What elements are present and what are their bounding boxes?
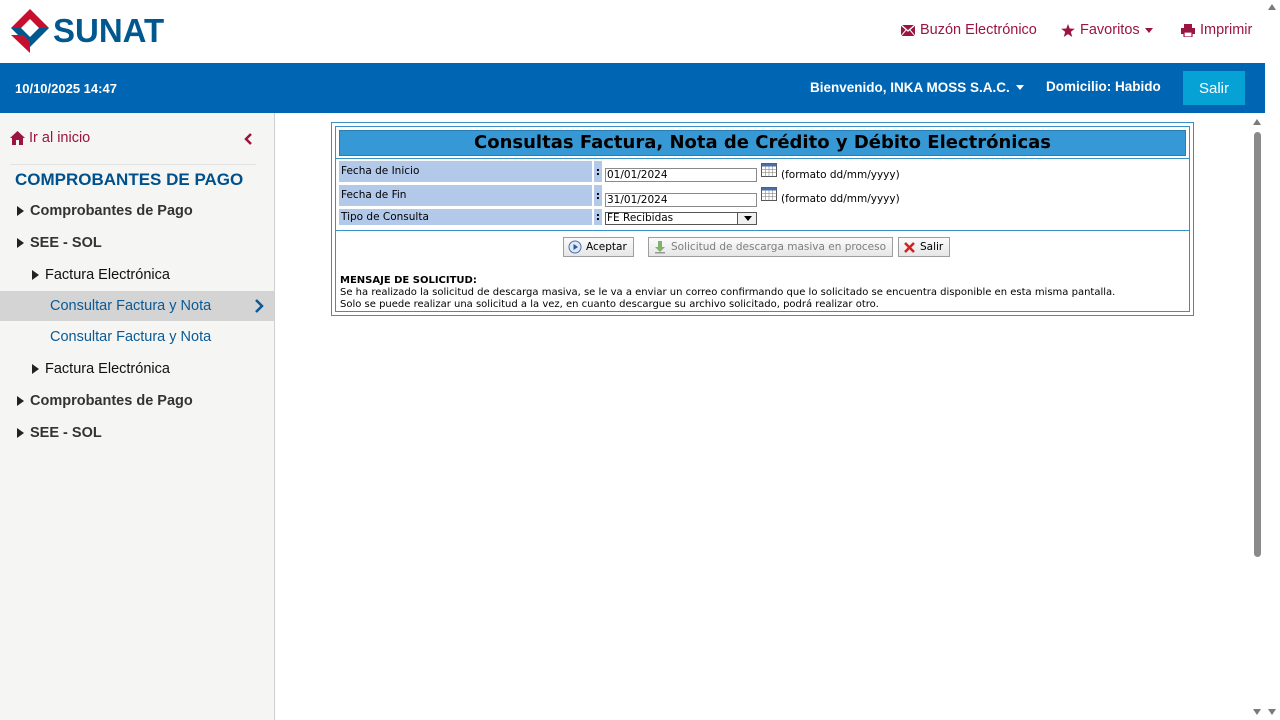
user-bar: 10/10/2025 14:47 Bienvenido, INKA MOSS S… [0, 63, 1265, 113]
home-icon [10, 131, 25, 145]
menu-comprobantes-de-pago-2[interactable]: Comprobantes de Pago [17, 386, 193, 416]
home-link[interactable]: Ir al inicio [10, 130, 90, 146]
printer-icon [1181, 23, 1195, 37]
tipo-consulta-select[interactable]: FE Recibidas [605, 212, 757, 225]
menu-title: COMPROBANTES DE PAGO [15, 170, 244, 189]
colon: : [594, 209, 602, 225]
logout-button[interactable]: Salir [1183, 71, 1245, 105]
buzon-link[interactable]: Buzón Electrónico [901, 22, 1037, 38]
fecha-inicio-input[interactable]: 01/01/2024 [605, 168, 757, 182]
menu-label: SEE - SOL [30, 235, 102, 251]
message-line-1: Se ha realizado la solicitud de descarga… [340, 287, 1116, 298]
salir-label: Salir [920, 241, 944, 253]
descarga-masiva-button[interactable]: Solicitud de descarga masiva en proceso [648, 237, 894, 257]
download-icon [655, 241, 665, 254]
menu-label: SEE - SOL [30, 425, 102, 441]
expand-arrow-icon [17, 396, 24, 406]
menu-label: Consultar Factura y Nota [50, 298, 212, 314]
menu-comprobantes-de-pago[interactable]: Comprobantes de Pago [17, 196, 193, 226]
menu-label: Factura Electrónica [45, 267, 170, 283]
colon: : [594, 185, 602, 206]
welcome-text: Bienvenido, INKA MOSS S.A.C. [810, 80, 1010, 95]
chevron-right-icon [255, 299, 264, 313]
home-label: Ir al inicio [29, 130, 91, 146]
chevron-left-icon[interactable] [243, 132, 253, 150]
menu-factura-electronica[interactable]: Factura Electrónica [32, 260, 170, 290]
imprimir-link[interactable]: Imprimir [1181, 22, 1252, 38]
aceptar-label: Aceptar [586, 241, 627, 253]
scroll-up-icon[interactable] [1253, 119, 1261, 125]
sunat-logo-icon [9, 9, 51, 53]
menu-label: Factura Electrónica [45, 361, 170, 377]
top-header: SUNAT Buzón Electrónico Favoritos Imprim… [0, 0, 1265, 63]
scroll-down-icon[interactable] [1253, 709, 1261, 715]
message-title: MENSAJE DE SOLICITUD: [340, 275, 477, 286]
sunat-logo[interactable]: SUNAT [9, 9, 164, 53]
salir-button[interactable]: Salir [898, 237, 951, 257]
menu-label: Comprobantes de Pago [30, 203, 193, 219]
play-circle-icon [568, 240, 582, 254]
tipo-consulta-label: Tipo de Consulta [339, 209, 592, 225]
caret-down-icon [1144, 27, 1153, 33]
favoritos-menu[interactable]: Favoritos [1061, 22, 1153, 38]
expand-arrow-icon [17, 428, 24, 438]
datetime: 10/10/2025 14:47 [15, 81, 117, 96]
colon: : [594, 161, 602, 182]
menu-factura-electronica-2[interactable]: Factura Electrónica [32, 354, 170, 384]
close-icon [904, 241, 915, 253]
page-scroll-up-icon[interactable] [1268, 4, 1276, 10]
domicilio-status: Domicilio: Habido [1046, 79, 1161, 94]
calendar-icon[interactable] [761, 163, 777, 177]
format-hint: (formato dd/mm/yyyy) [781, 169, 900, 181]
menu-consultar-factura[interactable]: Consultar Factura y Nota [50, 322, 211, 352]
expand-arrow-icon [32, 270, 39, 280]
user-menu[interactable]: Bienvenido, INKA MOSS S.A.C. [810, 80, 1024, 95]
scroll-thumb[interactable] [1254, 132, 1261, 557]
expand-arrow-icon [17, 206, 24, 216]
page-scroll-down-icon[interactable] [1268, 709, 1276, 715]
caret-down-icon [1015, 85, 1024, 90]
panel-title: Consultas Factura, Nota de Crédito y Déb… [339, 130, 1186, 156]
expand-arrow-icon [17, 238, 24, 248]
divider [10, 164, 256, 165]
favoritos-label: Favoritos [1080, 22, 1140, 38]
panel-inner: Consultas Factura, Nota de Crédito y Déb… [335, 126, 1190, 312]
menu-label: Comprobantes de Pago [30, 393, 193, 409]
expand-arrow-icon [32, 364, 39, 374]
divider [336, 230, 1189, 231]
aceptar-button[interactable]: Aceptar [563, 237, 634, 257]
envelope-icon [901, 24, 915, 36]
fecha-fin-label: Fecha de Fin [339, 185, 592, 206]
dropdown-arrow-icon[interactable] [737, 213, 756, 224]
star-icon [1061, 23, 1075, 37]
tipo-consulta-value: FE Recibidas [607, 212, 674, 224]
menu-see-sol-2[interactable]: SEE - SOL [17, 418, 102, 448]
fecha-inicio-label: Fecha de Inicio [339, 161, 592, 182]
menu-see-sol[interactable]: SEE - SOL [17, 228, 102, 258]
sidebar: Ir al inicio COMPROBANTES DE PAGO Compro… [0, 113, 275, 720]
format-hint: (formato dd/mm/yyyy) [781, 193, 900, 205]
content-scrollbar[interactable] [1249, 113, 1265, 720]
descarga-label: Solicitud de descarga masiva en proceso [671, 241, 887, 253]
menu-consultar-factura-active[interactable]: Consultar Factura y Nota [0, 291, 274, 321]
buzon-label: Buzón Electrónico [920, 22, 1037, 38]
calendar-icon[interactable] [761, 187, 777, 201]
logo-text: SUNAT [53, 12, 165, 49]
divider [336, 158, 1189, 159]
imprimir-label: Imprimir [1200, 22, 1253, 38]
fecha-fin-input[interactable]: 31/01/2024 [605, 193, 757, 207]
consulta-panel: Consultas Factura, Nota de Crédito y Déb… [331, 122, 1194, 316]
menu-label: Consultar Factura y Nota [50, 329, 212, 345]
message-line-2: Solo se puede realizar una solicitud a l… [340, 299, 879, 310]
